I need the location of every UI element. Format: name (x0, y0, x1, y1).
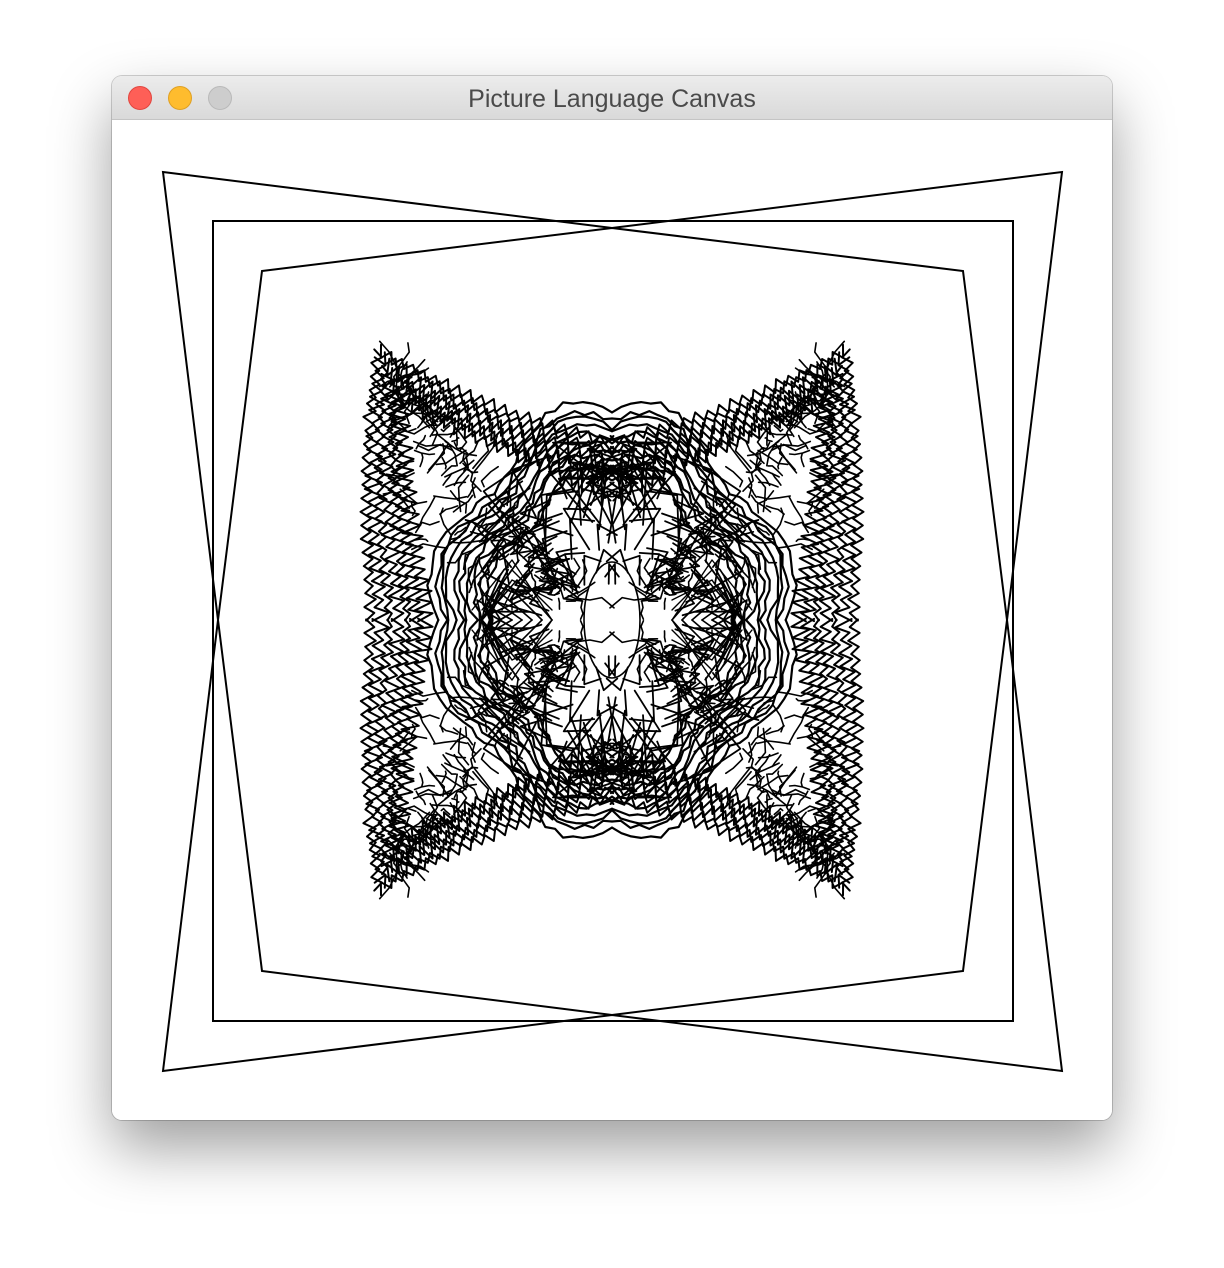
fractal-stroke (784, 520, 810, 534)
app-window: Picture Language Canvas (112, 76, 1112, 1120)
picture-drawing (161, 170, 1064, 1073)
fractal-star (359, 340, 865, 900)
outer-frame (161, 170, 1064, 1073)
fractal-stroke (428, 443, 446, 471)
fractal-stroke (795, 698, 810, 702)
fractal-stroke (766, 773, 789, 807)
fractal-stroke (557, 597, 561, 610)
fractal-stroke (663, 597, 667, 610)
fractal-stroke (756, 740, 791, 745)
square-frame (212, 220, 1014, 1022)
fractal-stroke (741, 696, 774, 701)
fractal-stroke (650, 512, 691, 537)
inner-frame (216, 226, 1009, 1017)
fractal-stroke (775, 543, 813, 551)
fractal-stroke (414, 706, 440, 720)
fractal-stroke (650, 703, 691, 728)
fractal-stroke (788, 784, 811, 791)
fractal-stroke (359, 348, 383, 622)
fractal-stroke (841, 618, 865, 892)
fractal-stroke (771, 804, 793, 808)
fractal-stroke (788, 449, 811, 456)
fractal-stroke (431, 432, 453, 436)
fractal-stroke (607, 563, 620, 585)
fractal-stroke (414, 520, 440, 534)
fractal-stroke (450, 696, 483, 701)
drawing-canvas (112, 120, 1112, 1120)
fractal-stroke (795, 538, 810, 542)
fractal-stroke (640, 620, 645, 640)
desktop: Picture Language Canvas (0, 0, 1224, 1268)
fractal-stroke (359, 618, 383, 892)
fractal-stroke (433, 740, 468, 745)
fractal-stroke (663, 630, 667, 643)
fractal-stroke (557, 630, 561, 643)
fractal-stroke (428, 769, 446, 797)
fractal-stroke (788, 495, 805, 525)
fractal-stroke (413, 784, 436, 791)
fractal-stroke (533, 512, 574, 537)
fractal-stroke (741, 539, 774, 544)
fractal-stroke (533, 703, 574, 728)
window-title: Picture Language Canvas (468, 85, 756, 113)
fractal-stroke (767, 465, 784, 477)
title-bar[interactable]: Picture Language Canvas (112, 76, 1112, 120)
fractal-stroke (435, 433, 458, 467)
fractal-stroke (604, 563, 617, 585)
fractal-stroke (800, 452, 805, 468)
fractal-stroke (778, 443, 796, 471)
fractal-stroke (419, 715, 436, 745)
center-oval (583, 561, 641, 679)
fractal-stroke (640, 600, 645, 620)
fractal-stroke (784, 706, 810, 720)
fractal-stroke (604, 655, 617, 677)
fractal-stroke (766, 433, 789, 467)
fractal-stroke (414, 538, 429, 542)
fractal-stroke (419, 495, 436, 525)
fractal-stroke (788, 715, 805, 745)
fractal-stroke (771, 432, 793, 436)
fractal-stroke (841, 348, 865, 622)
fractal-stroke (579, 620, 584, 640)
fractal-stroke (431, 804, 453, 808)
fractal-stroke (411, 543, 449, 551)
fractal-stroke (411, 689, 449, 697)
fractal-stroke (433, 495, 468, 500)
fractal-stroke (756, 495, 791, 500)
fractal-stroke (775, 689, 813, 697)
fractal-stroke (579, 600, 584, 620)
fractal-stroke (419, 452, 424, 468)
fractal-stroke (413, 449, 436, 456)
fractal-stroke (450, 539, 483, 544)
fractal-stroke (440, 465, 457, 477)
fractal-stroke (800, 772, 805, 788)
fractal-stroke (435, 773, 458, 807)
fractal-stroke (607, 655, 620, 677)
fractal-stroke (440, 763, 457, 775)
fractal-stroke (767, 763, 784, 775)
fractal-stroke (778, 769, 796, 797)
fractal-stroke (419, 772, 424, 788)
fractal-stroke (414, 698, 429, 702)
